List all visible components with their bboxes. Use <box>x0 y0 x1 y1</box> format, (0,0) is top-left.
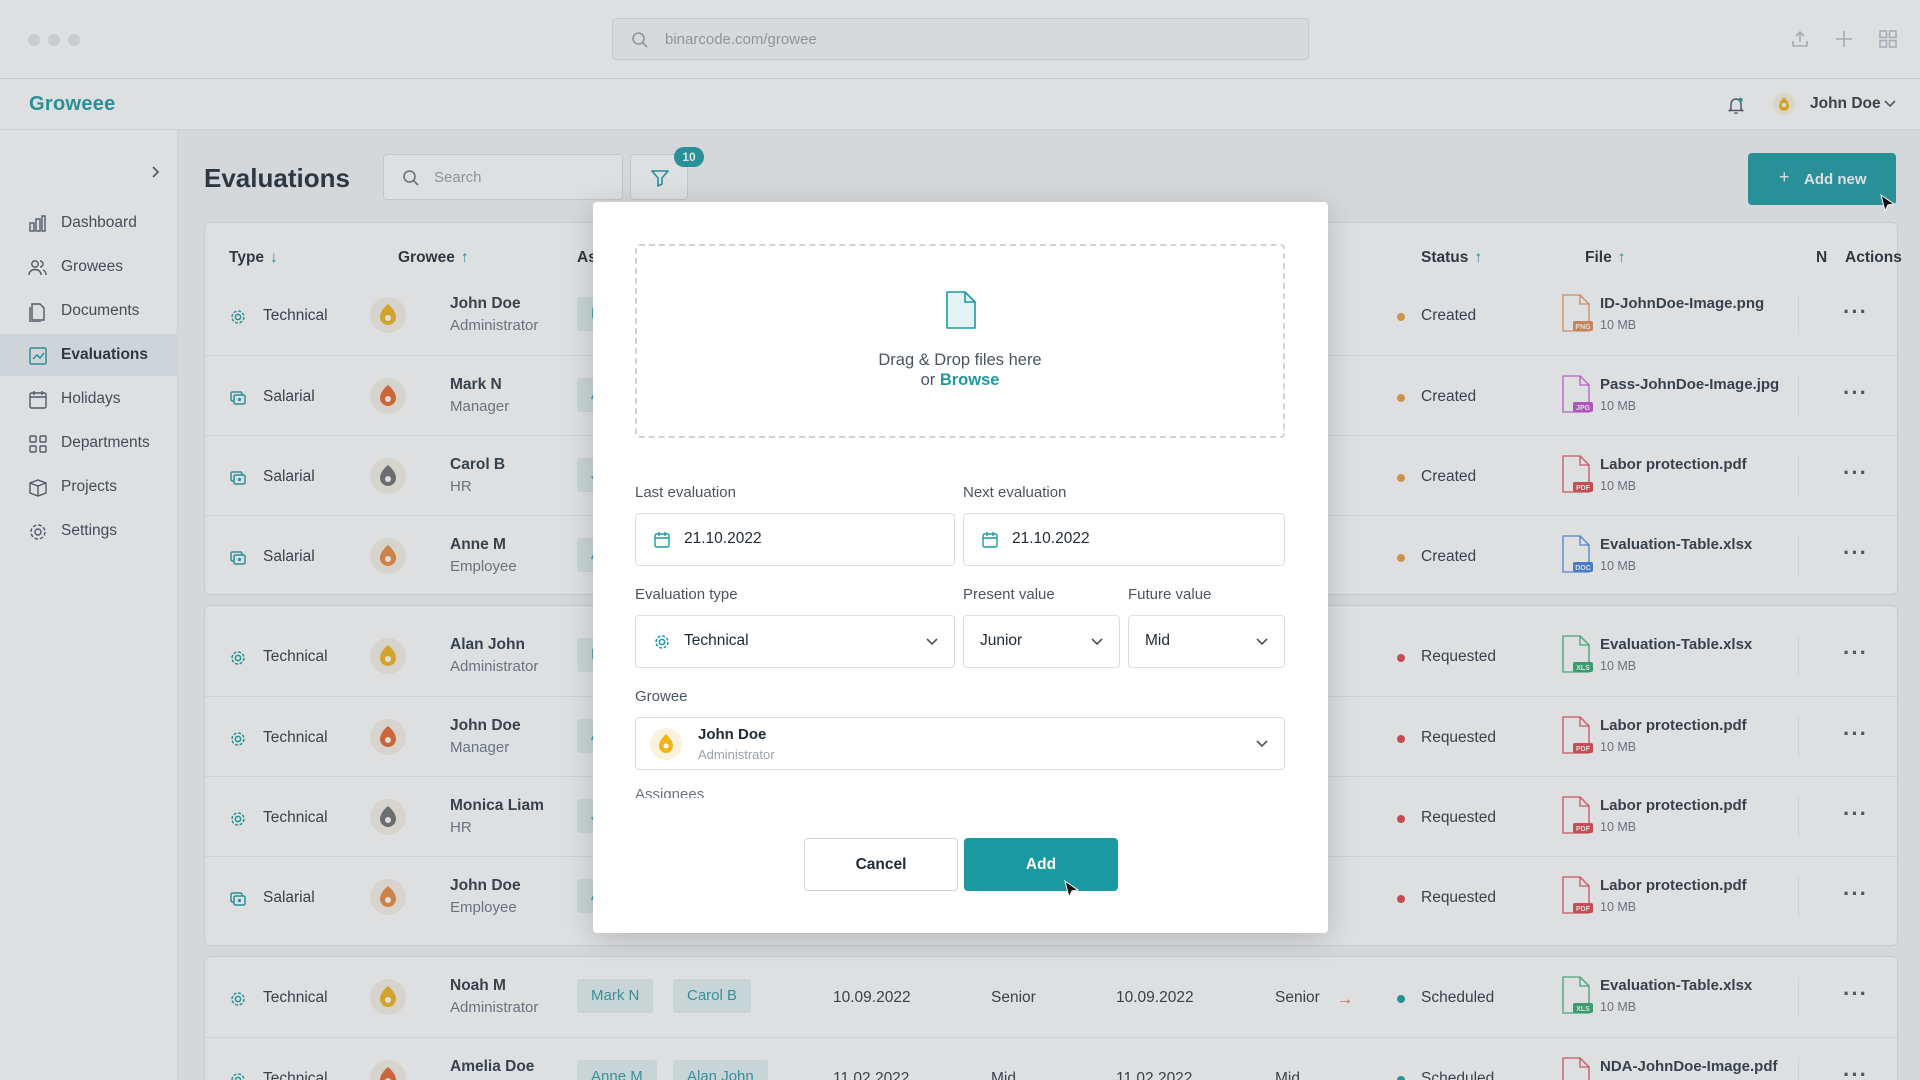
cancel-button[interactable]: Cancel <box>804 838 958 891</box>
browse-link[interactable]: Browse <box>940 371 1000 389</box>
next-evaluation-label: Next evaluation <box>963 484 1067 501</box>
present-value-select[interactable]: Junior <box>963 615 1120 668</box>
add-evaluation-modal: Drag & Drop files here or Browse Last ev… <box>593 202 1328 933</box>
future-value-label: Future value <box>1128 586 1212 603</box>
file-drop-zone[interactable]: Drag & Drop files here or Browse <box>635 244 1285 438</box>
growee-name: John Doe <box>698 726 767 743</box>
gear-icon <box>653 633 671 651</box>
file-icon <box>945 290 977 330</box>
calendar-icon <box>981 531 999 549</box>
add-button[interactable]: Add <box>964 838 1118 891</box>
evaluation-type-label: Evaluation type <box>635 586 738 603</box>
growee-select[interactable]: John Doe Administrator <box>635 717 1285 770</box>
future-value-select[interactable]: Mid <box>1128 615 1285 668</box>
last-evaluation-label: Last evaluation <box>635 484 736 501</box>
growee-label: Growee <box>635 688 688 705</box>
chevron-down-icon <box>1256 638 1268 646</box>
chevron-down-icon <box>1256 740 1268 748</box>
drop-text: Drag & Drop files here or Browse <box>878 351 1042 389</box>
evaluation-type-select[interactable]: Technical <box>635 615 955 668</box>
chevron-down-icon <box>1091 638 1103 646</box>
next-evaluation-field[interactable]: 21.10.2022 <box>963 513 1285 566</box>
calendar-icon <box>653 531 671 549</box>
cursor-icon <box>1880 194 1896 214</box>
last-evaluation-field[interactable]: 21.10.2022 <box>635 513 955 566</box>
avatar <box>650 728 682 760</box>
growee-role: Administrator <box>698 747 775 762</box>
present-value-label: Present value <box>963 586 1055 603</box>
assignees-label: Assignees <box>635 786 705 798</box>
cursor-icon <box>1064 880 1080 900</box>
chevron-down-icon <box>926 638 938 646</box>
assignees-label-clip: Assignees <box>635 786 1285 798</box>
